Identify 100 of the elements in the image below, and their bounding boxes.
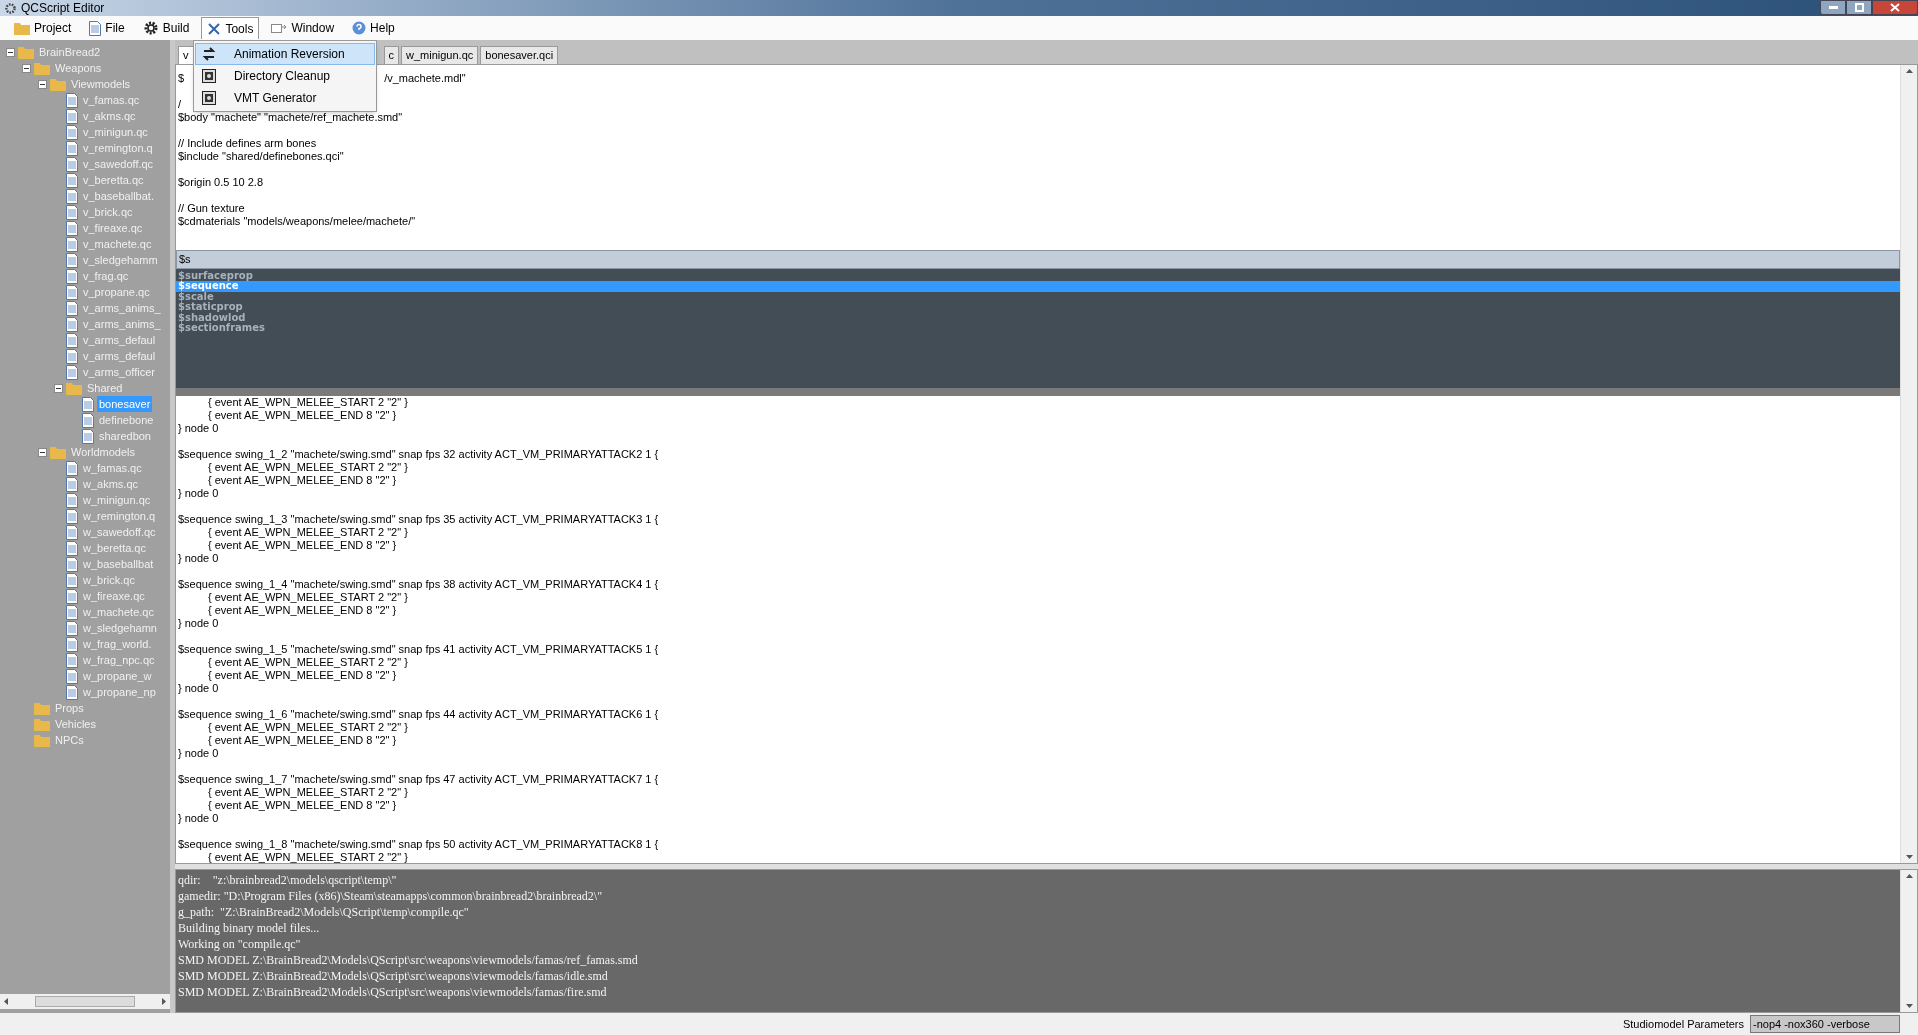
tree-item[interactable]: w_frag_world. bbox=[81, 635, 154, 653]
autocomplete-field[interactable]: $s bbox=[176, 249, 1900, 269]
code-line: { event AE_WPN_MELEE_START 2 "2" } bbox=[208, 655, 408, 668]
tree-item[interactable]: w_sledgehamn bbox=[81, 619, 159, 637]
menu-entry[interactable]: VMT Generator bbox=[195, 87, 375, 109]
left-arrow-icon[interactable] bbox=[4, 998, 8, 1005]
suggestion-item[interactable]: $shadowlod bbox=[176, 312, 1900, 324]
tree-item[interactable]: w_baseballbat bbox=[81, 555, 156, 573]
collapse-icon[interactable] bbox=[38, 447, 47, 457]
folder-icon bbox=[34, 701, 50, 715]
tree-item[interactable]: w_propane_np bbox=[81, 683, 158, 701]
suggestion-item[interactable]: $staticprop bbox=[176, 302, 1900, 313]
scrollbar[interactable] bbox=[1900, 870, 1917, 1012]
log-line: qdir: "z:\brainbread2\models\qscript\temp\" bbox=[178, 872, 398, 888]
tree-item[interactable]: w_minigun.qc bbox=[81, 491, 153, 509]
collapse-icon[interactable] bbox=[38, 79, 47, 89]
tree-item[interactable]: v_minigun.qc bbox=[81, 123, 150, 141]
tree-item[interactable]: v_sawedoff.qc bbox=[81, 155, 156, 173]
code-line: { event AE_WPN_MELEE_END 8 "2" } bbox=[208, 798, 397, 811]
tree-item[interactable]: v_arms_defaul bbox=[81, 331, 158, 349]
tree-item[interactable]: Viewmodels bbox=[69, 75, 133, 93]
tree-item[interactable]: w_propane_w bbox=[81, 667, 154, 685]
code-line: $ bbox=[178, 72, 185, 85]
down-arrow-icon[interactable] bbox=[1905, 855, 1913, 859]
suggestion-item[interactable]: $sectionframes bbox=[176, 323, 1900, 334]
tree-item[interactable]: v_machete.qc bbox=[81, 235, 154, 253]
collapse-icon[interactable] bbox=[22, 63, 31, 73]
tree-item[interactable]: w_brick.qc bbox=[81, 571, 137, 589]
tree-item[interactable]: sharedbon bbox=[97, 427, 153, 445]
tree-item[interactable]: w_frag_npc.qc bbox=[81, 651, 157, 669]
up-arrow-icon[interactable] bbox=[1905, 874, 1913, 878]
tree-item[interactable]: Props bbox=[53, 699, 86, 717]
collapse-icon[interactable] bbox=[6, 47, 15, 57]
file-icon bbox=[66, 620, 78, 636]
menu-item[interactable]: Tools bbox=[201, 17, 260, 39]
code-line: } node 0 bbox=[178, 616, 219, 629]
suggestion-item[interactable]: $surfaceprop bbox=[176, 270, 1900, 282]
code-line: } node 0 bbox=[178, 681, 219, 694]
tree-item[interactable]: bonesaver bbox=[97, 395, 153, 413]
file-icon bbox=[66, 236, 78, 252]
minimize-button[interactable] bbox=[1820, 0, 1846, 15]
tree-item[interactable]: w_machete.qc bbox=[81, 603, 156, 621]
tree-item[interactable]: v_famas.qc bbox=[81, 91, 142, 109]
menu-item[interactable]: Window bbox=[265, 17, 341, 39]
code-line: $sequence swing_1_8 "machete/swing.smd" snap fps 50 activity ACT_VM_PRIMARYATTACK8 1 { bbox=[178, 837, 659, 850]
down-arrow-icon[interactable] bbox=[1905, 1004, 1913, 1008]
right-arrow-icon[interactable] bbox=[162, 998, 166, 1005]
tree-item[interactable]: v_arms_anims_ bbox=[81, 315, 163, 333]
menu-item[interactable]: Help bbox=[346, 17, 401, 39]
tree-item[interactable]: BrainBread2 bbox=[37, 44, 103, 61]
tree-item[interactable]: NPCs bbox=[53, 731, 86, 749]
menu-entry[interactable]: Directory Cleanup bbox=[195, 65, 375, 87]
tree-item[interactable]: v_remington.q bbox=[81, 139, 155, 157]
tree-item[interactable]: w_beretta.qc bbox=[81, 539, 148, 557]
editor-tab[interactable]: bonesaver.qci bbox=[480, 46, 559, 64]
scroll-thumb[interactable] bbox=[35, 996, 135, 1007]
tree-item[interactable]: Shared bbox=[85, 379, 125, 397]
folder-icon bbox=[34, 61, 50, 75]
tree-item[interactable]: Worldmodels bbox=[69, 443, 137, 461]
up-arrow-icon[interactable] bbox=[1905, 69, 1913, 73]
suggestion-item[interactable]: $sequence bbox=[176, 281, 1900, 292]
file-icon bbox=[66, 140, 78, 156]
tree-item[interactable]: v_arms_defaul bbox=[81, 347, 158, 365]
file-icon bbox=[82, 428, 94, 444]
tree-item[interactable]: v_arms_officer bbox=[81, 363, 157, 381]
tree-item[interactable]: w_remington.q bbox=[81, 507, 158, 525]
tree-item[interactable]: w_fireaxe.qc bbox=[81, 587, 147, 605]
tree-item[interactable]: v_frag.qc bbox=[81, 267, 131, 285]
code-line: } node 0 bbox=[178, 551, 219, 564]
menu-item[interactable]: Build bbox=[136, 17, 196, 39]
tree-item[interactable]: v_fireaxe.qc bbox=[81, 219, 145, 237]
tree-item[interactable]: v_arms_anims_ bbox=[81, 299, 163, 317]
tree-item[interactable]: w_famas.qc bbox=[81, 459, 144, 477]
tree-item[interactable]: w_sawedoff.qc bbox=[81, 523, 158, 541]
parameters-field[interactable]: -nop4 -nox360 -verbose bbox=[1750, 1015, 1900, 1033]
collapse-icon[interactable] bbox=[54, 383, 63, 393]
tree-item[interactable]: v_baseballbat. bbox=[81, 187, 156, 205]
menu-entry[interactable]: Animation Reversion bbox=[195, 43, 375, 65]
editor-tab[interactable]: v bbox=[178, 46, 194, 64]
menu-item[interactable]: File bbox=[83, 17, 131, 39]
tree-item[interactable]: v_sledgehamm bbox=[81, 251, 160, 269]
tree-item[interactable]: v_akms.qc bbox=[81, 107, 138, 125]
close-button[interactable] bbox=[1872, 0, 1918, 15]
suggestion-item[interactable]: $scale bbox=[176, 291, 1900, 303]
maximize-button[interactable] bbox=[1846, 0, 1872, 15]
tree-item[interactable]: w_akms.qc bbox=[81, 475, 141, 493]
menu-item[interactable]: Project bbox=[8, 17, 78, 39]
code-line: $origin 0.5 10 2.8 bbox=[178, 176, 263, 188]
editor-tab[interactable]: c bbox=[383, 46, 399, 64]
tree-item[interactable]: v_propane.qc bbox=[81, 283, 152, 301]
help-icon bbox=[352, 21, 367, 35]
log-line: SMD MODEL Z:\BrainBread2\Models\QScript\src\weapons\viewmodels/famas/ref_famas.smd bbox=[178, 952, 639, 968]
tree-item[interactable]: v_brick.qc bbox=[81, 203, 135, 221]
tree-item[interactable]: definebone bbox=[97, 411, 156, 429]
editor-tab[interactable]: w_minigun.qc bbox=[401, 46, 479, 64]
tree-item[interactable]: Vehicles bbox=[53, 715, 98, 733]
tree-item[interactable]: Weapons bbox=[53, 59, 104, 77]
tree-item[interactable]: v_beretta.qc bbox=[81, 171, 146, 189]
horizontal-scrollbar[interactable] bbox=[0, 994, 170, 1009]
scrollbar[interactable] bbox=[1900, 65, 1917, 863]
